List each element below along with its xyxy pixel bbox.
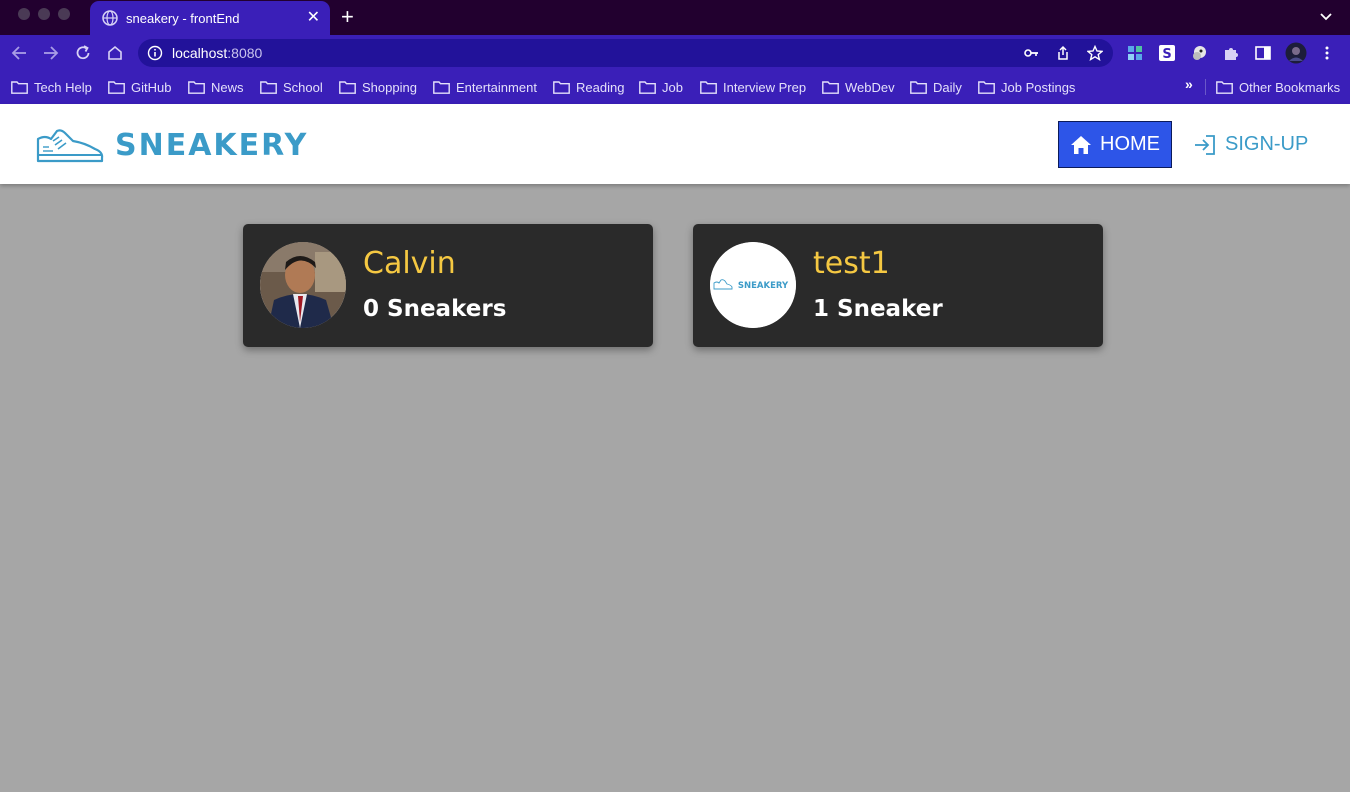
browser-tab-active[interactable]: sneakery - frontEnd ✕ (90, 1, 330, 35)
bookmark-folder-other-bookmarks[interactable]: Other Bookmarks (1216, 78, 1340, 96)
bookmark-folder-job[interactable]: Job (639, 78, 683, 96)
bookmark-star-icon[interactable] (1087, 45, 1103, 61)
bookmark-folder-news[interactable]: News (188, 78, 244, 96)
site-info-icon[interactable] (147, 45, 163, 61)
folder-icon (339, 80, 356, 94)
share-icon[interactable] (1055, 45, 1071, 61)
window-close-control[interactable] (18, 8, 30, 20)
folder-icon (978, 80, 995, 94)
user-sneaker-count: 0 Sneakers (363, 296, 507, 322)
tab-title: sneakery - frontEnd (126, 10, 240, 26)
signup-nav-button[interactable]: SIGN-UP (1193, 121, 1318, 168)
side-panel-icon[interactable] (1254, 44, 1272, 62)
window-minimize-control[interactable] (38, 8, 50, 20)
bookmarks-bar: Tech Help GitHub News School Shopping En… (0, 70, 1350, 104)
folder-icon (11, 80, 28, 94)
folder-icon (433, 80, 450, 94)
site-header: SNEAKERY HOME SIGN-UP (0, 104, 1350, 184)
folder-icon (108, 80, 125, 94)
bookmark-folder-webdev[interactable]: WebDev (822, 78, 895, 96)
folder-icon (700, 80, 717, 94)
character-extension-icon[interactable] (1190, 44, 1208, 62)
globe-icon (102, 10, 118, 26)
bookmark-folder-tech-help[interactable]: Tech Help (11, 78, 92, 96)
window-maximize-control[interactable] (58, 8, 70, 20)
browser-menu-icon[interactable] (1318, 44, 1336, 62)
user-name: test1 (813, 246, 890, 281)
svg-text:S: S (1162, 47, 1171, 62)
puzzle-extensions-icon[interactable] (1222, 44, 1240, 62)
close-tab-icon[interactable]: ✕ (307, 10, 320, 26)
sneakery-logo-avatar-icon: SNEAKERY (710, 242, 796, 328)
bookmark-folder-reading[interactable]: Reading (553, 78, 624, 96)
user-card-calvin[interactable]: Calvin 0 Sneakers (243, 224, 653, 347)
folder-icon (910, 80, 927, 94)
folder-icon (1216, 80, 1233, 94)
bookmark-folder-job-postings[interactable]: Job Postings (978, 78, 1075, 96)
user-sneaker-count: 1 Sneaker (813, 296, 943, 322)
profile-avatar-icon[interactable] (1285, 42, 1307, 64)
folder-icon (639, 80, 656, 94)
folder-icon (822, 80, 839, 94)
bookmark-folder-daily[interactable]: Daily (910, 78, 962, 96)
signup-nav-label: SIGN-UP (1225, 133, 1309, 155)
bookmarks-overflow-button[interactable]: » (1185, 76, 1193, 92)
home-nav-button[interactable]: HOME (1058, 121, 1172, 168)
browser-tab-bar: sneakery - frontEnd ✕ + (0, 0, 1350, 35)
bookmark-folder-shopping[interactable]: Shopping (339, 78, 417, 96)
key-icon[interactable] (1023, 45, 1039, 61)
home-browser-icon[interactable] (105, 43, 125, 63)
svg-text:SNEAKERY: SNEAKERY (738, 281, 789, 291)
folder-icon (260, 80, 277, 94)
bookmark-folder-interview-prep[interactable]: Interview Prep (700, 78, 806, 96)
person-photo-icon (260, 242, 346, 328)
user-card-test1[interactable]: SNEAKERY test1 1 Sneaker (693, 224, 1103, 347)
extension-grid-icon[interactable] (1126, 44, 1144, 62)
bookmarks-divider (1205, 79, 1206, 95)
sign-in-arrow-icon (1195, 134, 1215, 155)
reload-icon[interactable] (73, 43, 93, 63)
s-extension-icon[interactable]: S (1158, 44, 1176, 62)
folder-icon (553, 80, 570, 94)
new-tab-button[interactable]: + (341, 5, 354, 29)
home-nav-label: HOME (1100, 133, 1160, 155)
browser-toolbar: localhost:8080 S (0, 35, 1350, 70)
bookmark-folder-school[interactable]: School (260, 78, 323, 96)
folder-icon (188, 80, 205, 94)
address-url: localhost:8080 (172, 45, 263, 61)
logo-wordmark: SNEAKERY (115, 127, 309, 163)
bookmark-folder-entertainment[interactable]: Entertainment (433, 78, 537, 96)
user-avatar-photo (260, 242, 346, 328)
bookmark-folder-github[interactable]: GitHub (108, 78, 171, 96)
back-arrow-icon[interactable] (9, 43, 29, 63)
user-name: Calvin (363, 246, 456, 281)
forward-arrow-icon[interactable] (41, 43, 61, 63)
sneaker-icon (36, 129, 104, 163)
address-bar[interactable]: localhost:8080 (138, 39, 1113, 67)
house-icon (1071, 135, 1091, 154)
user-avatar-logo: SNEAKERY (710, 242, 796, 328)
tab-search-chevron-icon[interactable] (1318, 10, 1334, 24)
sneakery-logo[interactable]: SNEAKERY (35, 125, 308, 165)
